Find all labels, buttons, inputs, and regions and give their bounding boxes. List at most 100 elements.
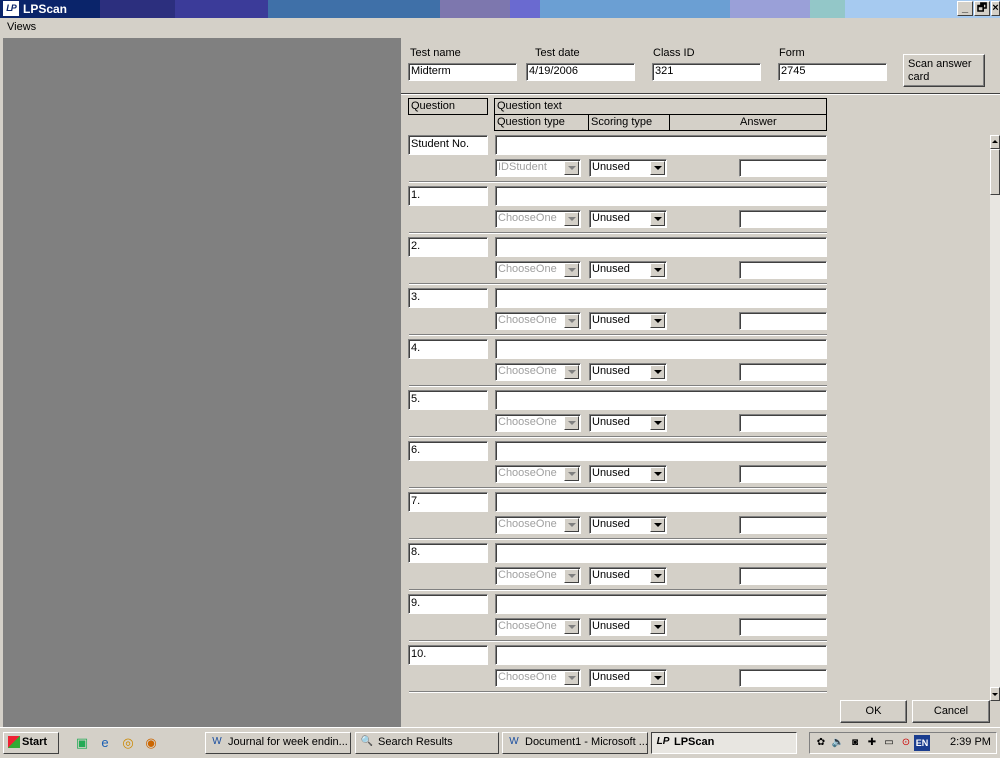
question-type-select[interactable]: ChooseOne [495, 618, 581, 636]
taskbar-window-journal[interactable]: W Journal for week endin... [205, 732, 351, 754]
form-input[interactable]: 2745 [778, 63, 887, 81]
dropdown-arrow-icon[interactable] [564, 467, 579, 481]
question-type-select[interactable]: ChooseOne [495, 261, 581, 279]
scoring-type-select[interactable]: Unused [589, 363, 667, 381]
answer-field[interactable] [739, 159, 827, 177]
question-text-field[interactable] [495, 543, 827, 563]
dropdown-arrow-icon[interactable] [564, 620, 579, 634]
scroll-thumb[interactable] [990, 149, 1000, 195]
scoring-type-select[interactable]: Unused [589, 465, 667, 483]
test-date-input[interactable]: 4/19/2006 [526, 63, 635, 81]
question-number-field[interactable]: Student No. [408, 135, 488, 155]
question-text-field[interactable] [495, 186, 827, 206]
answer-field[interactable] [739, 261, 827, 279]
alert-icon[interactable]: ⊙ [898, 735, 914, 751]
question-type-select[interactable]: ChooseOne [495, 465, 581, 483]
dropdown-arrow-icon[interactable] [650, 569, 665, 583]
security-icon[interactable]: ◙ [847, 735, 863, 751]
vertical-scrollbar[interactable] [990, 135, 1000, 701]
question-type-select[interactable]: IDStudent [495, 159, 581, 177]
question-text-field[interactable] [495, 390, 827, 410]
scoring-type-select[interactable]: Unused [589, 516, 667, 534]
answer-field[interactable] [739, 312, 827, 330]
taskbar-window-search-results[interactable]: 🔍 Search Results [355, 732, 499, 754]
scoring-type-select[interactable]: Unused [589, 210, 667, 228]
close-button[interactable]: × [991, 1, 1000, 16]
taskbar-window-lpscan[interactable]: LP LPScan [651, 732, 797, 754]
question-text-field[interactable] [495, 135, 827, 155]
start-button[interactable]: Start [3, 732, 59, 754]
dropdown-arrow-icon[interactable] [650, 365, 665, 379]
minimize-button[interactable]: _ [957, 1, 973, 16]
antivirus-icon[interactable]: ✚ [864, 735, 880, 751]
question-number-field[interactable]: 1. [408, 186, 488, 206]
question-type-select[interactable]: ChooseOne [495, 414, 581, 432]
answer-field[interactable] [739, 414, 827, 432]
question-text-field[interactable] [495, 492, 827, 512]
question-type-select[interactable]: ChooseOne [495, 210, 581, 228]
answer-field[interactable] [739, 363, 827, 381]
dropdown-arrow-icon[interactable] [564, 263, 579, 277]
question-number-field[interactable]: 2. [408, 237, 488, 257]
question-text-field[interactable] [495, 237, 827, 257]
dropdown-arrow-icon[interactable] [650, 263, 665, 277]
restore-button[interactable]: 🗗 [974, 1, 990, 16]
question-number-field[interactable]: 8. [408, 543, 488, 563]
question-number-field[interactable]: 9. [408, 594, 488, 614]
volume-icon[interactable]: 🔈 [830, 735, 846, 751]
question-number-field[interactable]: 7. [408, 492, 488, 512]
question-number-field[interactable]: 4. [408, 339, 488, 359]
media-icon[interactable]: ◎ [119, 734, 137, 752]
taskbar-window-document1[interactable]: W Document1 - Microsoft ... [502, 732, 648, 754]
dropdown-arrow-icon[interactable] [564, 314, 579, 328]
answer-field[interactable] [739, 669, 827, 687]
answer-field[interactable] [739, 465, 827, 483]
question-type-select[interactable]: ChooseOne [495, 567, 581, 585]
menu-views[interactable]: Views [7, 21, 36, 33]
scoring-type-select[interactable]: Unused [589, 159, 667, 177]
question-text-field[interactable] [495, 288, 827, 308]
scoring-type-select[interactable]: Unused [589, 312, 667, 330]
display-icon[interactable]: ▭ [881, 735, 897, 751]
dropdown-arrow-icon[interactable] [564, 365, 579, 379]
dropdown-arrow-icon[interactable] [650, 212, 665, 226]
scoring-type-select[interactable]: Unused [589, 669, 667, 687]
dropdown-arrow-icon[interactable] [564, 569, 579, 583]
answer-field[interactable] [739, 618, 827, 636]
class-id-input[interactable]: 321 [652, 63, 761, 81]
scan-answer-card-button[interactable]: Scan answer card [903, 54, 985, 87]
ok-button[interactable]: OK [840, 700, 907, 723]
dropdown-arrow-icon[interactable] [650, 467, 665, 481]
question-type-select[interactable]: ChooseOne [495, 669, 581, 687]
question-text-field[interactable] [495, 339, 827, 359]
question-text-field[interactable] [495, 441, 827, 461]
dropdown-arrow-icon[interactable] [564, 161, 579, 175]
dropdown-arrow-icon[interactable] [564, 518, 579, 532]
scoring-type-select[interactable]: Unused [589, 567, 667, 585]
question-type-select[interactable]: ChooseOne [495, 516, 581, 534]
scoring-type-select[interactable]: Unused [589, 618, 667, 636]
scroll-down-button[interactable] [990, 687, 1000, 701]
dropdown-arrow-icon[interactable] [650, 671, 665, 685]
scoring-type-select[interactable]: Unused [589, 261, 667, 279]
question-text-field[interactable] [495, 594, 827, 614]
language-indicator[interactable]: EN [914, 735, 930, 751]
dropdown-arrow-icon[interactable] [650, 620, 665, 634]
question-type-select[interactable]: ChooseOne [495, 312, 581, 330]
dropdown-arrow-icon[interactable] [564, 671, 579, 685]
internet-explorer-icon[interactable]: e [96, 734, 114, 752]
answer-field[interactable] [739, 210, 827, 228]
network-icon[interactable]: ✿ [813, 735, 829, 751]
question-number-field[interactable]: 5. [408, 390, 488, 410]
question-text-field[interactable] [495, 645, 827, 665]
dropdown-arrow-icon[interactable] [650, 314, 665, 328]
question-number-field[interactable]: 10. [408, 645, 488, 665]
question-number-field[interactable]: 3. [408, 288, 488, 308]
answer-field[interactable] [739, 516, 827, 534]
cancel-button[interactable]: Cancel [912, 700, 990, 723]
scroll-up-button[interactable] [990, 135, 1000, 149]
scoring-type-select[interactable]: Unused [589, 414, 667, 432]
question-number-field[interactable]: 6. [408, 441, 488, 461]
test-name-input[interactable]: Midterm [408, 63, 517, 81]
dropdown-arrow-icon[interactable] [564, 416, 579, 430]
